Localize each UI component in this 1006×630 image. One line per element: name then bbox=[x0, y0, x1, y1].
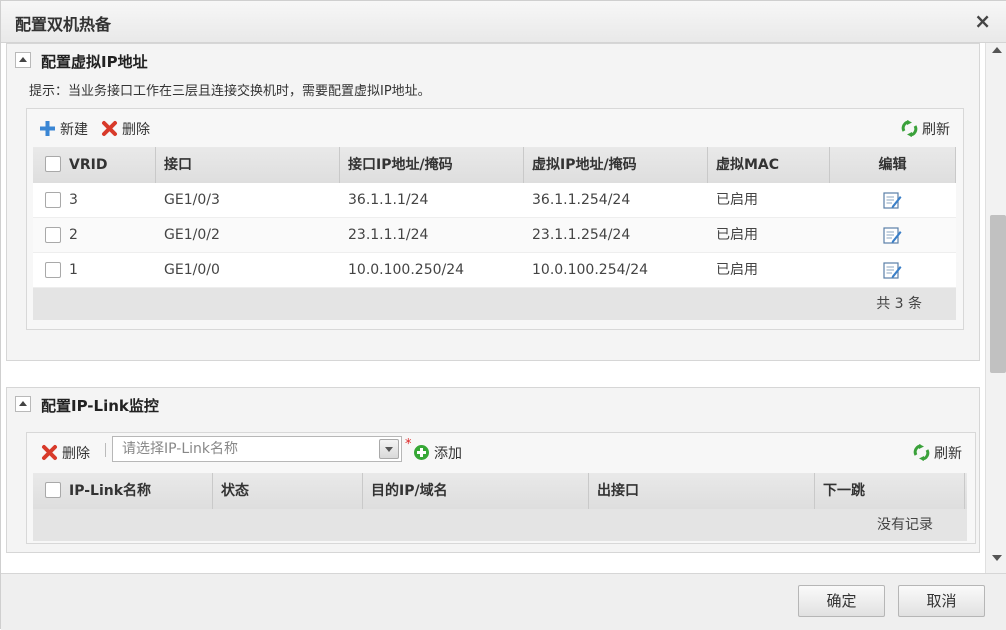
add-button[interactable]: 添加 bbox=[413, 443, 462, 463]
edit-icon[interactable] bbox=[883, 191, 902, 210]
dialog-titlebar: 配置双机热备 × bbox=[1, 1, 1006, 43]
delete-button-label: 删除 bbox=[122, 122, 150, 138]
virtual-ip-hint: 提示：当业务接口工作在三层且连接交换机时，需要配置虚拟IP地址。 bbox=[29, 84, 431, 99]
ip-link-panel: 删除 请选择IP-Link名称 * 添加 刷新 IP-Link名称 状态 目的I… bbox=[26, 432, 976, 544]
table-footer: 没有记录 bbox=[33, 509, 967, 541]
cell-interface-ip: 23.1.1.1/24 bbox=[348, 227, 429, 243]
ip-link-name-select[interactable]: 请选择IP-Link名称 bbox=[112, 436, 402, 462]
vertical-scrollbar[interactable] bbox=[985, 43, 1006, 573]
table-row[interactable]: 3 GE1/0/3 36.1.1.1/24 36.1.1.254/24 已启用 bbox=[33, 183, 956, 218]
refresh-button-label: 刷新 bbox=[922, 122, 950, 138]
ip-link-delete-button[interactable]: 删除 bbox=[41, 443, 90, 463]
cell-interface-ip: 36.1.1.1/24 bbox=[348, 192, 429, 208]
column-header-ip-link-name[interactable]: IP-Link名称 bbox=[61, 473, 213, 509]
edit-icon[interactable] bbox=[883, 261, 902, 280]
edit-icon[interactable] bbox=[883, 226, 902, 245]
ip-link-section: 配置IP-Link监控 删除 请选择IP-Link名称 * 添加 刷新 IP-L… bbox=[6, 387, 980, 553]
ip-link-section-title: 配置IP-Link监控 bbox=[41, 397, 159, 415]
red-x-icon bbox=[42, 445, 57, 460]
chevron-down-icon[interactable] bbox=[379, 439, 399, 459]
empty-records-text: 没有记录 bbox=[877, 517, 933, 533]
add-button-label: 添加 bbox=[434, 446, 462, 462]
column-header-vrid[interactable]: VRID bbox=[61, 147, 156, 183]
virtual-ip-panel: 新建 删除 刷新 VRID 接口 接口IP地址/掩码 虚拟IP地址/掩码 虚拟M… bbox=[26, 108, 964, 330]
virtual-ip-table: VRID 接口 接口IP地址/掩码 虚拟IP地址/掩码 虚拟MAC 编辑 3 G… bbox=[33, 147, 956, 320]
plus-icon bbox=[40, 121, 55, 136]
new-button-label: 新建 bbox=[60, 122, 88, 138]
cell-vrid: 3 bbox=[69, 192, 78, 208]
red-x-icon bbox=[102, 121, 117, 136]
table-row[interactable]: 2 GE1/0/2 23.1.1.1/24 23.1.1.254/24 已启用 bbox=[33, 218, 956, 253]
refresh-icon bbox=[913, 444, 930, 461]
row-checkbox[interactable] bbox=[45, 192, 61, 208]
dialog-content: 配置虚拟IP地址 提示：当业务接口工作在三层且连接交换机时，需要配置虚拟IP地址… bbox=[1, 43, 1006, 573]
ip-link-delete-label: 删除 bbox=[62, 446, 90, 462]
cell-virtual-ip: 10.0.100.254/24 bbox=[532, 262, 649, 278]
toolbar-separator bbox=[105, 443, 106, 457]
cell-vrid: 1 bbox=[69, 262, 78, 278]
refresh-icon bbox=[901, 120, 918, 137]
ip-link-refresh-label: 刷新 bbox=[934, 446, 962, 462]
ip-link-refresh-button[interactable]: 刷新 bbox=[913, 443, 962, 463]
ip-link-select-placeholder: 请选择IP-Link名称 bbox=[122, 441, 238, 457]
table-header: VRID 接口 接口IP地址/掩码 虚拟IP地址/掩码 虚拟MAC 编辑 bbox=[33, 147, 956, 183]
cancel-button[interactable]: 取消 bbox=[898, 585, 985, 617]
refresh-button[interactable]: 刷新 bbox=[901, 119, 950, 139]
cell-virtual-mac: 已启用 bbox=[716, 262, 758, 278]
table-row[interactable]: 1 GE1/0/0 10.0.100.250/24 10.0.100.254/2… bbox=[33, 253, 956, 288]
record-count: 共 3 条 bbox=[876, 296, 922, 312]
column-header-destination[interactable]: 目的IP/域名 bbox=[363, 473, 589, 509]
column-header-virtual-mac[interactable]: 虚拟MAC bbox=[708, 147, 830, 183]
row-checkbox[interactable] bbox=[45, 227, 61, 243]
column-header-virtual-ip[interactable]: 虚拟IP地址/掩码 bbox=[524, 147, 708, 183]
collapse-arrow-icon[interactable] bbox=[15, 52, 31, 68]
scrollbar-thumb[interactable] bbox=[990, 215, 1006, 373]
ok-button[interactable]: 确定 bbox=[798, 585, 885, 617]
column-header-out-interface[interactable]: 出接口 bbox=[589, 473, 815, 509]
close-icon[interactable]: × bbox=[974, 9, 991, 33]
delete-button[interactable]: 删除 bbox=[101, 119, 150, 139]
hot-standby-dialog: 配置双机热备 × 配置虚拟IP地址 提示：当业务接口工作在三层且连接交换机时，需… bbox=[0, 0, 1006, 630]
required-marker: * bbox=[405, 437, 412, 452]
cell-interface: GE1/0/3 bbox=[164, 192, 220, 208]
scroll-up-arrow-icon[interactable] bbox=[992, 47, 1002, 53]
table-header: IP-Link名称 状态 目的IP/域名 出接口 下一跳 bbox=[33, 473, 967, 509]
table-body: 3 GE1/0/3 36.1.1.1/24 36.1.1.254/24 已启用 bbox=[33, 183, 956, 288]
cell-interface: GE1/0/0 bbox=[164, 262, 220, 278]
table-footer: 共 3 条 bbox=[33, 288, 956, 320]
virtual-ip-section: 配置虚拟IP地址 提示：当业务接口工作在三层且连接交换机时，需要配置虚拟IP地址… bbox=[6, 43, 980, 361]
column-header-next-hop[interactable]: 下一跳 bbox=[815, 473, 965, 509]
virtual-ip-section-title: 配置虚拟IP地址 bbox=[41, 53, 148, 71]
dialog-title: 配置双机热备 bbox=[15, 15, 112, 34]
column-header-interface[interactable]: 接口 bbox=[156, 147, 340, 183]
cell-virtual-ip: 36.1.1.254/24 bbox=[532, 192, 631, 208]
ip-link-table: IP-Link名称 状态 目的IP/域名 出接口 下一跳 没有记录 bbox=[33, 473, 967, 541]
cell-virtual-mac: 已启用 bbox=[716, 192, 758, 208]
select-all-checkbox[interactable] bbox=[45, 482, 61, 498]
collapse-arrow-icon[interactable] bbox=[15, 396, 31, 412]
cell-vrid: 2 bbox=[69, 227, 78, 243]
select-all-checkbox[interactable] bbox=[45, 156, 61, 172]
green-plus-circle-icon bbox=[414, 445, 429, 460]
new-button[interactable]: 新建 bbox=[39, 119, 88, 139]
column-header-edit: 编辑 bbox=[830, 147, 956, 183]
cell-interface-ip: 10.0.100.250/24 bbox=[348, 262, 465, 278]
row-checkbox[interactable] bbox=[45, 262, 61, 278]
cell-interface: GE1/0/2 bbox=[164, 227, 220, 243]
column-header-status[interactable]: 状态 bbox=[213, 473, 363, 509]
column-header-interface-ip[interactable]: 接口IP地址/掩码 bbox=[340, 147, 524, 183]
scroll-down-arrow-icon[interactable] bbox=[992, 555, 1002, 561]
dialog-footer: 确定 取消 bbox=[1, 573, 1006, 630]
cell-virtual-mac: 已启用 bbox=[716, 227, 758, 243]
cell-virtual-ip: 23.1.1.254/24 bbox=[532, 227, 631, 243]
